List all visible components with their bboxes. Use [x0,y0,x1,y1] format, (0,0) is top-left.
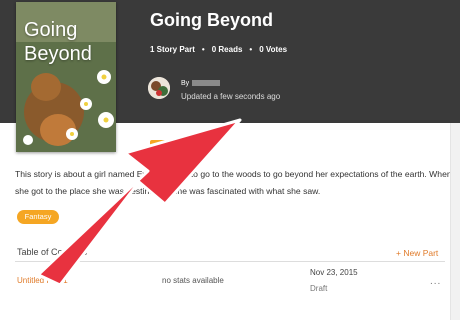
updated-text: Updated a few seconds ago [181,92,281,101]
scrollbar[interactable] [450,123,460,320]
story-title: Going Beyond [150,10,273,30]
table-of-contents-label: Table of Contents [17,247,88,257]
story-cover[interactable]: Going Beyond [16,2,116,152]
avatar-image [148,77,170,99]
author-avatar[interactable] [148,77,170,99]
by-label: By [181,80,190,87]
part-menu-button[interactable]: ... [430,276,441,287]
divider [15,261,445,262]
story-description: This story is about a girl named Evie wh… [15,169,452,196]
action-button[interactable] [150,140,182,154]
part-status: Draft [310,284,328,293]
cover-title-line: Beyond [24,43,92,65]
cover-title: Going Beyond [24,18,114,66]
part-title-link[interactable]: Untitled Part 1 [17,276,68,285]
part-date: Nov 23, 2015 [310,268,358,277]
parts-count: 1 Story Part [150,45,195,54]
story-stats: 1 Story Part • 0 Reads • 0 Votes [150,45,287,54]
reads-count: 0 Reads [211,45,243,54]
votes-count: 0 Votes [259,45,288,54]
separator-dot: • [201,45,205,54]
new-part-link[interactable]: + New Part [396,248,438,258]
cover-title-line: Going [24,19,78,41]
author-line: By [181,80,221,87]
separator-dot: • [249,45,253,54]
author-name-redacted[interactable] [192,80,221,87]
part-stats: no stats available [162,276,224,285]
tag-fantasy[interactable]: Fantasy [17,210,59,224]
